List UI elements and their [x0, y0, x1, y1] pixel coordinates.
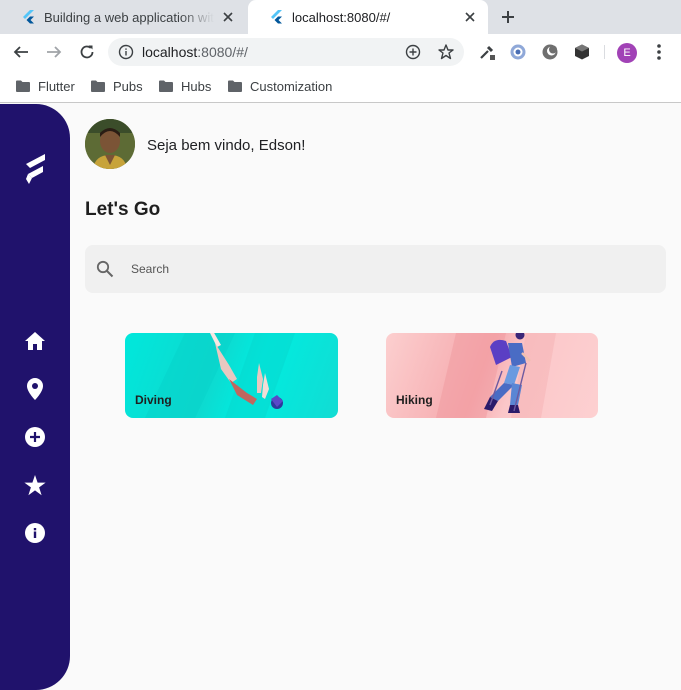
- folder-icon: [159, 80, 173, 92]
- toolbar-separator: [604, 45, 605, 59]
- close-tab-icon[interactable]: [462, 9, 478, 25]
- bookmark-label: Customization: [250, 78, 333, 94]
- category-label: Hiking: [396, 393, 433, 407]
- nav-add-circle-icon[interactable]: [23, 425, 47, 449]
- bookmark-label: Flutter: [38, 78, 75, 94]
- search-field[interactable]: [85, 245, 666, 293]
- url-text: localhost:8080/#/: [142, 44, 248, 60]
- bookmark-folder-flutter[interactable]: Flutter: [16, 77, 75, 95]
- category-card-hiking[interactable]: Hiking: [386, 333, 598, 418]
- nav-location-pin-icon[interactable]: [23, 377, 47, 401]
- browser-tab-active[interactable]: localhost:8080/#/: [248, 0, 488, 34]
- extension-blue-icon[interactable]: [509, 43, 527, 61]
- bookmark-star-icon[interactable]: [437, 43, 455, 61]
- folder-icon: [91, 80, 105, 92]
- bookmark-label: Pubs: [113, 78, 143, 94]
- user-photo: [85, 119, 135, 169]
- category-card-diving[interactable]: Diving: [125, 333, 338, 418]
- nav-home-icon[interactable]: [23, 329, 47, 353]
- cube-extension-icon[interactable]: [573, 43, 591, 61]
- bookmark-label: Hubs: [181, 78, 212, 94]
- forward-arrow-icon[interactable]: [44, 42, 64, 62]
- folder-icon: [228, 80, 242, 92]
- bookmark-folder-pubs[interactable]: Pubs: [91, 77, 143, 95]
- reload-icon[interactable]: [77, 42, 97, 62]
- nav-info-icon[interactable]: [23, 521, 47, 545]
- folder-icon: [16, 80, 30, 92]
- bookmark-folder-hubs[interactable]: Hubs: [159, 77, 211, 95]
- flutter-logo-icon: [26, 154, 45, 184]
- flutter-favicon-icon: [23, 10, 34, 24]
- search-icon: [96, 260, 114, 278]
- new-tab-icon[interactable]: [499, 8, 517, 26]
- user-avatar: [85, 119, 135, 169]
- profile-avatar[interactable]: E: [617, 43, 637, 63]
- site-info-icon[interactable]: [118, 44, 134, 60]
- address-bar[interactable]: localhost:8080/#/: [108, 38, 464, 66]
- search-input[interactable]: [131, 258, 631, 280]
- tab-title: localhost:8080/#/: [292, 9, 391, 25]
- dark-mode-extension-icon[interactable]: [541, 43, 559, 61]
- more-options-icon[interactable]: [652, 43, 666, 61]
- browser-tab[interactable]: Building a web application with Flutter: [0, 0, 246, 34]
- browser-toolbar: localhost:8080/#/ E: [0, 34, 681, 70]
- sidebar: [0, 104, 70, 690]
- category-label: Diving: [135, 393, 172, 407]
- tab-title: Building a web application with Flutter: [44, 9, 214, 25]
- bookmarks-bar: Flutter Pubs Hubs Customization: [0, 70, 681, 103]
- eyedropper-extension-icon[interactable]: [478, 43, 496, 61]
- welcome-message: Seja bem vindo, Edson!: [147, 137, 306, 154]
- back-arrow-icon[interactable]: [11, 42, 31, 62]
- zoom-add-icon[interactable]: [405, 44, 421, 60]
- close-tab-icon[interactable]: [220, 9, 236, 25]
- page-title: Let's Go: [85, 199, 161, 220]
- flutter-favicon-icon: [271, 10, 282, 24]
- app-viewport: Seja bem vindo, Edson! Let's Go Diving: [0, 104, 681, 690]
- nav-star-icon[interactable]: [23, 473, 47, 497]
- bookmark-folder-customization[interactable]: Customization: [228, 77, 332, 95]
- browser-tab-bar: Building a web application with Flutter …: [0, 0, 681, 34]
